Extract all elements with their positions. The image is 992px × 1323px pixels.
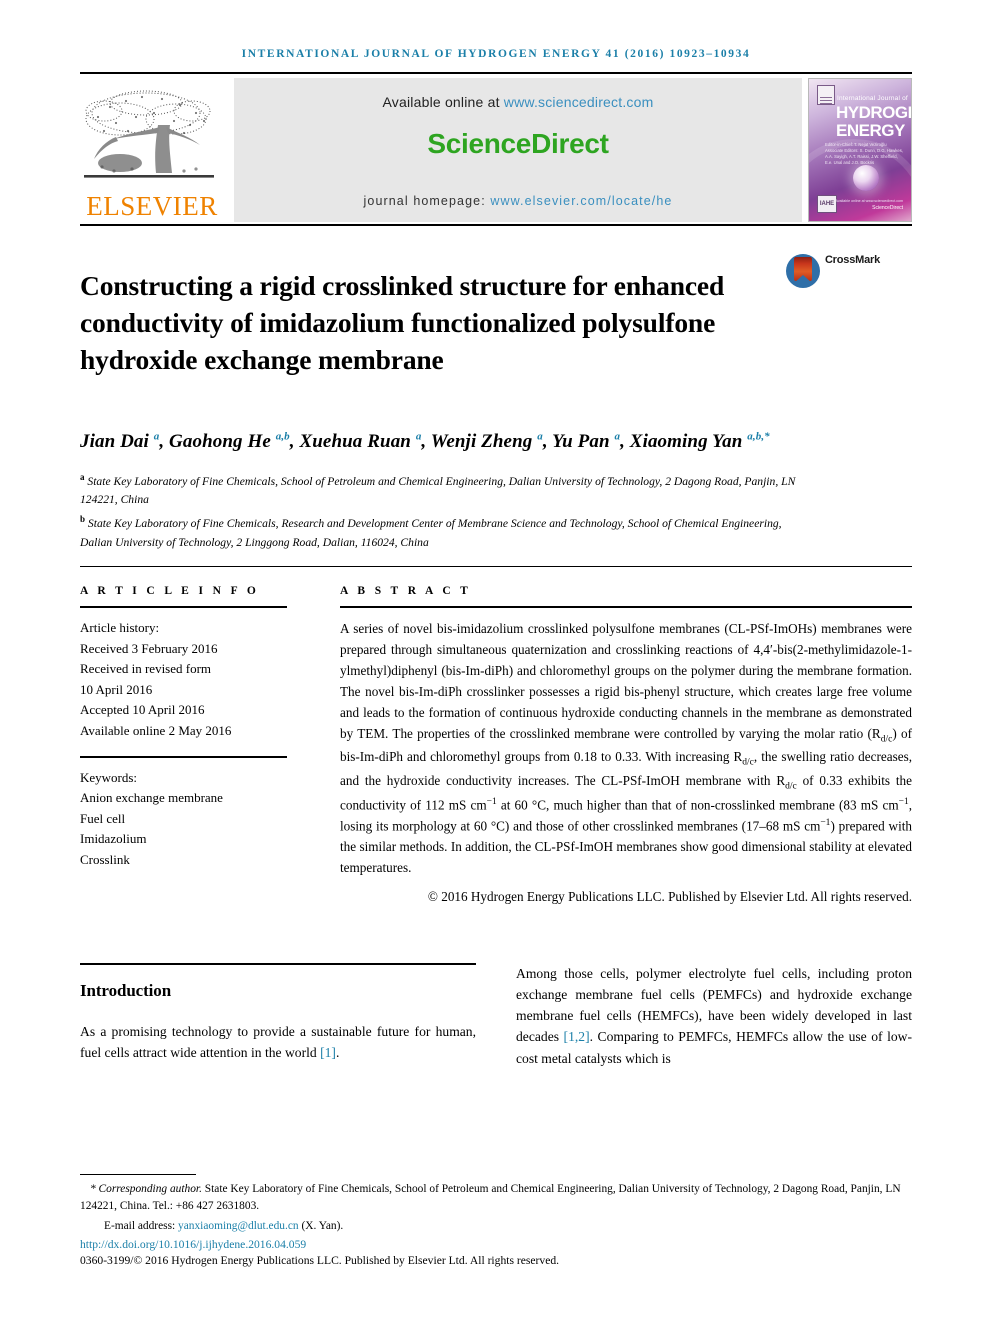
page-footer: * Corresponding author. State Key Labora…	[80, 1174, 912, 1267]
journal-homepage-line: journal homepage: www.elsevier.com/locat…	[364, 194, 673, 208]
email-label: E-mail address:	[104, 1219, 179, 1232]
article-history-item: Received in revised form	[80, 661, 212, 677]
corresponding-author-note: * Corresponding author. State Key Labora…	[80, 1183, 901, 1213]
keyword-item: Imidazolium	[80, 831, 147, 847]
affiliation-a-marker: a	[80, 471, 85, 482]
keyword-item: Fuel cell	[80, 810, 126, 826]
email-line: E-mail address: yanxiaoming@dlut.edu.cn …	[80, 1218, 912, 1235]
elsevier-logo: ELSEVIER	[80, 78, 224, 222]
journal-cover-image: International Journal of HYDROGEN ENERGY…	[808, 78, 912, 222]
keywords-block: Keywords: Anion exchange membrane Fuel c…	[80, 768, 298, 871]
article-history-label: Article history:	[80, 620, 160, 636]
abstract-copyright: © 2016 Hydrogen Energy Publications LLC.…	[427, 888, 912, 904]
masthead-rule	[80, 224, 912, 226]
introduction-section: Introduction As a promising technology t…	[80, 962, 912, 1069]
affiliation-a-text: State Key Laboratory of Fine Chemicals, …	[80, 474, 796, 507]
keywords-rule	[80, 755, 287, 758]
cover-editors: Editor-in-Chief: T. Nejat Veziroğlu Asso…	[825, 142, 903, 166]
keyword-item: Crosslink	[80, 851, 130, 867]
crossmark-badge[interactable]: CrossMark	[770, 250, 880, 397]
author-list: Jian Dai a, Gaohong He a,b, Xuehua Ruan …	[80, 430, 770, 452]
introduction-right-column: Among those cells, polymer electrolyte f…	[516, 963, 912, 1069]
crossmark-icon	[785, 254, 820, 288]
abstract-column: A B S T R A C T A series of novel bis-im…	[330, 585, 912, 904]
affiliation-rule	[80, 566, 912, 568]
abstract-rule	[340, 606, 912, 609]
sciencedirect-banner: Available online at www.sciencedirect.co…	[234, 78, 802, 222]
journal-masthead: ELSEVIER Available online at www.science…	[80, 78, 912, 222]
affiliation-b-text: State Key Laboratory of Fine Chemicals, …	[80, 516, 782, 549]
email-suffix: (X. Yan).	[298, 1219, 344, 1232]
cover-available-mark: Available online at www.sciencedirect.co…	[835, 199, 903, 203]
introduction-left-text: As a promising technology to provide a s…	[80, 1023, 476, 1060]
article-history-item: 10 April 2016	[80, 681, 153, 697]
page-title: Constructing a rigid crosslinked structu…	[80, 270, 725, 375]
cover-subtitle: International Journal of	[837, 95, 908, 102]
header-rule	[80, 72, 912, 74]
keyword-item: Anion exchange membrane	[80, 790, 223, 806]
journal-homepage-link[interactable]: www.elsevier.com/locate/he	[490, 194, 672, 208]
footnote-rule	[80, 1174, 196, 1176]
introduction-right-text: Among those cells, polymer electrolyte f…	[516, 965, 912, 1066]
available-online-line: Available online at www.sciencedirect.co…	[383, 94, 654, 110]
article-info-column: A R T I C L E I N F O Article history: R…	[80, 585, 330, 904]
email-link[interactable]: yanxiaoming@dlut.edu.cn	[178, 1220, 299, 1232]
article-history-block: Article history: Received 3 February 201…	[80, 618, 298, 741]
elsevier-tree-icon	[80, 87, 224, 191]
elsevier-wordmark: ELSEVIER	[86, 191, 218, 221]
affiliation-b: b State Key Laboratory of Fine Chemicals…	[80, 512, 800, 552]
article-history-item: Available online 2 May 2016	[80, 723, 232, 738]
sciencedirect-url-link[interactable]: www.sciencedirect.com	[504, 94, 654, 110]
running-head: INTERNATIONAL JOURNAL OF HYDROGEN ENERGY…	[241, 48, 751, 60]
cover-sciencedirect-mark: ScienceDirect	[872, 205, 903, 211]
article-info-rule	[80, 606, 287, 609]
introduction-heading: Introduction	[80, 980, 172, 1000]
doi-link[interactable]: http://dx.doi.org/10.1016/j.ijhydene.201…	[80, 1238, 912, 1251]
issn-copyright-line: 0360-3199/© 2016 Hydrogen Energy Publica…	[80, 1254, 560, 1267]
introduction-left-column: Introduction As a promising technology t…	[80, 962, 476, 1069]
journal-homepage-label: journal homepage:	[363, 194, 491, 208]
cover-iahe-logo: IAHE	[817, 195, 837, 213]
abstract-body: A series of novel bis-imidazolium crossl…	[340, 621, 913, 875]
cover-title-line1: HYDROGEN	[836, 103, 911, 122]
article-info-heading: A R T I C L E I N F O	[80, 585, 260, 598]
available-online-text: Available online at	[382, 94, 504, 110]
article-history-item: Received 3 February 2016	[80, 640, 218, 656]
introduction-rule	[80, 962, 476, 965]
keywords-label: Keywords:	[80, 769, 138, 785]
article-page: INTERNATIONAL JOURNAL OF HYDROGEN ENERGY…	[0, 0, 992, 1323]
sciencedirect-wordmark[interactable]: ScienceDirect	[427, 128, 609, 160]
cover-title-line2: ENERGY	[836, 121, 905, 140]
affiliation-a: a State Key Laboratory of Fine Chemicals…	[80, 470, 800, 510]
crossmark-label: CrossMark	[824, 254, 880, 266]
affiliation-b-marker: b	[80, 513, 86, 524]
info-abstract-section: A R T I C L E I N F O Article history: R…	[80, 585, 912, 904]
cover-orb-graphic	[853, 165, 879, 191]
cover-iahe-emblem-top	[817, 85, 835, 105]
abstract-heading: A B S T R A C T	[340, 585, 472, 598]
article-history-item: Accepted 10 April 2016	[80, 702, 205, 718]
title-row: Constructing a rigid crosslinked structu…	[80, 250, 912, 397]
